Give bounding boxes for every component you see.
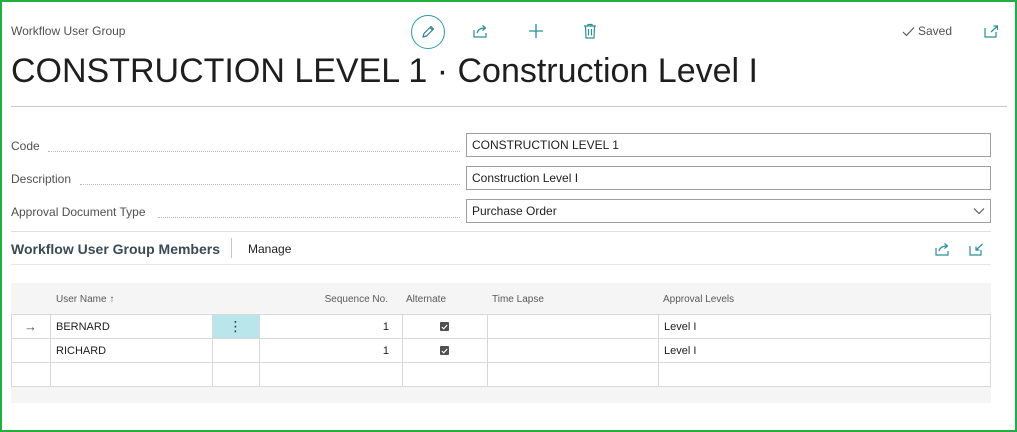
table-row-2-alternate[interactable]	[402, 339, 487, 362]
table-row-1-user-name[interactable]: BERNARD	[56, 315, 206, 338]
subpage-expand-button[interactable]	[961, 234, 991, 264]
table-row-1-sequence-no[interactable]: 1	[259, 315, 389, 338]
table-row-2-time-lapse[interactable]	[493, 339, 653, 362]
trash-icon	[584, 23, 596, 39]
chevron-down-icon	[973, 208, 985, 215]
approval-document-type-value: Purchase Order	[472, 204, 557, 218]
current-row-indicator: →	[24, 319, 37, 334]
saved-status: Saved	[902, 24, 952, 38]
header-divider	[11, 106, 1007, 107]
edit-button[interactable]	[411, 15, 445, 49]
description-label: Description	[11, 172, 76, 186]
table-row-2-sequence-no[interactable]: 1	[259, 339, 389, 362]
checkbox-checked-icon	[440, 346, 449, 355]
code-field[interactable]: CONSTRUCTION LEVEL 1	[466, 133, 991, 157]
share-button[interactable]	[466, 16, 496, 46]
column-header-user-name[interactable]: User Name ↑	[56, 294, 114, 305]
sort-ascending-icon: ↑	[109, 294, 115, 305]
subpage-title: Workflow User Group Members	[11, 241, 221, 257]
table-row-new[interactable]	[51, 363, 990, 386]
approval-document-type-leader	[158, 217, 460, 218]
delete-button[interactable]	[575, 16, 605, 46]
column-header-sequence-no[interactable]: Sequence No.	[325, 294, 388, 305]
approval-document-type-label: Approval Document Type	[11, 205, 150, 219]
grid-line	[11, 386, 991, 387]
new-button[interactable]	[521, 16, 551, 46]
description-leader	[80, 184, 460, 185]
code-label: Code	[11, 139, 44, 153]
plus-icon	[529, 24, 543, 38]
column-header-approval-levels[interactable]: Approval Levels	[663, 294, 734, 305]
code-leader	[48, 151, 460, 152]
expand-icon	[968, 243, 983, 256]
open-new-window-icon	[983, 24, 998, 38]
grid-line	[990, 314, 991, 386]
table-row-1-time-lapse[interactable]	[493, 315, 653, 338]
share-icon	[473, 25, 487, 38]
description-field[interactable]: Construction Level I	[466, 166, 991, 190]
row-action-menu-button[interactable]: ⋮	[212, 315, 259, 338]
column-header-user-name-label: User Name	[56, 294, 107, 305]
checkmark-icon	[902, 26, 915, 36]
page-title: CONSTRUCTION LEVEL 1 · Construction Leve…	[11, 52, 758, 90]
subpage-header-separator	[231, 238, 232, 258]
table-row-2-approval-levels[interactable]: Level I	[664, 339, 984, 362]
pencil-icon	[422, 25, 435, 38]
fields-divider	[11, 231, 991, 232]
open-new-window-button[interactable]	[976, 16, 1006, 46]
column-header-time-lapse[interactable]: Time Lapse	[492, 294, 544, 305]
table-row-1-alternate[interactable]	[402, 315, 487, 338]
column-header-alternate[interactable]: Alternate	[406, 294, 446, 305]
subpage-share-button[interactable]	[928, 234, 958, 264]
table-row-1-approval-levels[interactable]: Level I	[664, 315, 984, 338]
checkbox-checked-icon	[440, 322, 449, 331]
manage-menu[interactable]: Manage	[248, 242, 291, 256]
saved-label: Saved	[918, 24, 953, 38]
subpage-header-divider	[11, 264, 991, 265]
approval-document-type-select[interactable]: Purchase Order	[466, 199, 991, 223]
table-row-2-user-name[interactable]: RICHARD	[56, 339, 206, 362]
share-icon	[935, 243, 949, 256]
page-caption: Workflow User Group	[11, 24, 126, 38]
